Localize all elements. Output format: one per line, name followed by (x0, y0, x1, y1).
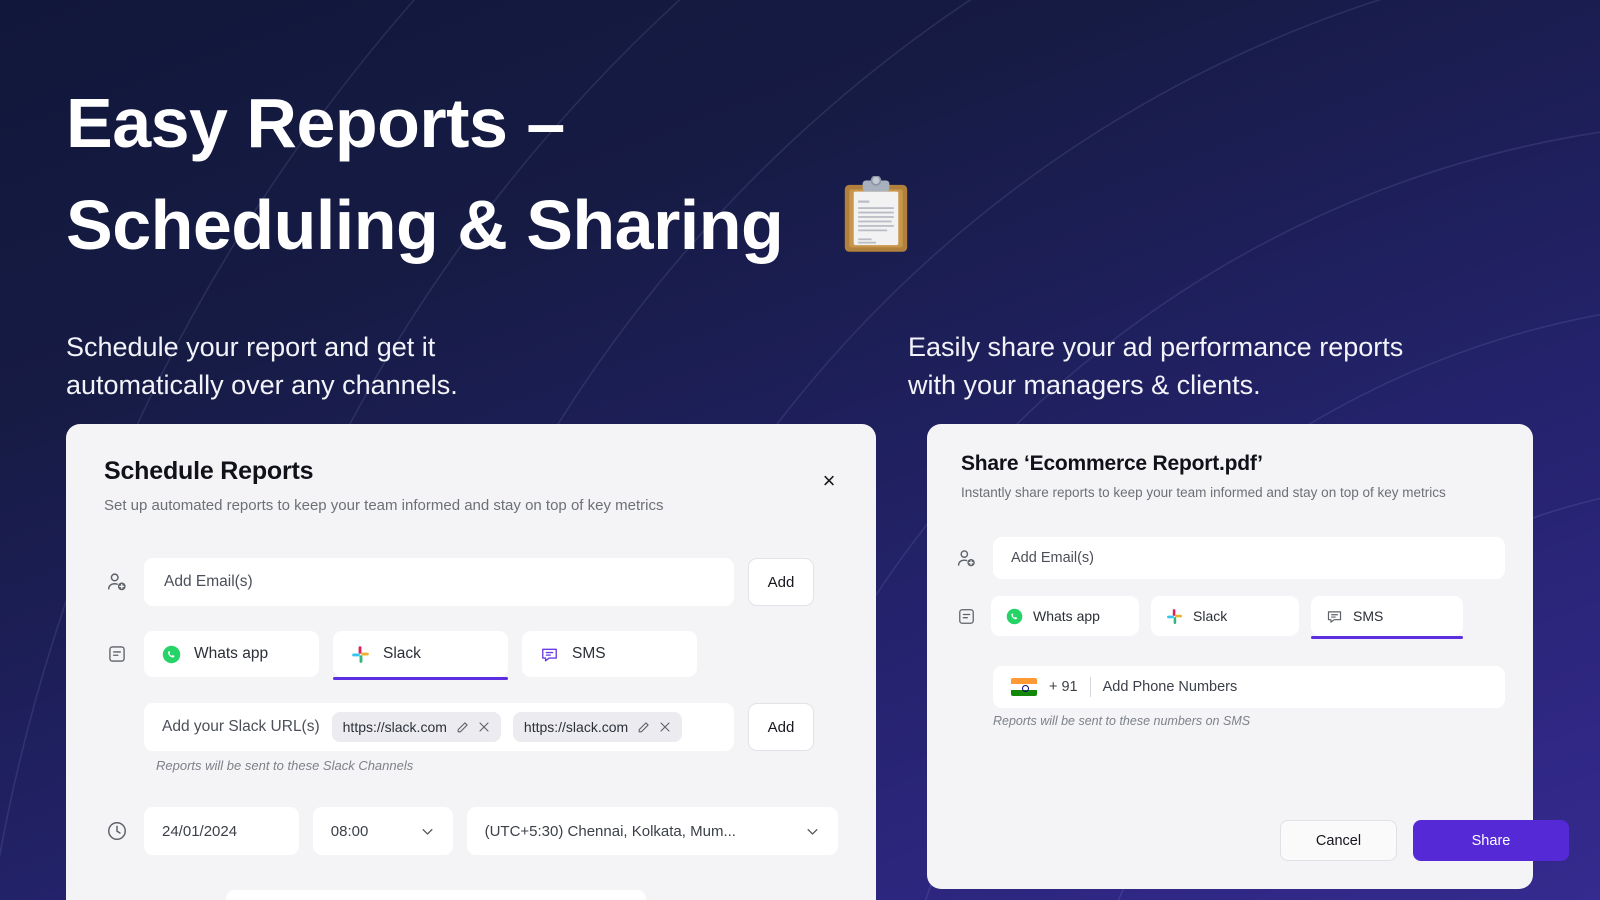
schedule-email-row: Add Email(s) Add (104, 558, 838, 606)
divider (1089, 677, 1091, 697)
slack-url-chip[interactable]: https://slack.com (512, 712, 683, 742)
person-add-icon (104, 569, 130, 595)
share-tab-whatsapp-label: Whats app (1033, 608, 1100, 624)
clipboard-emoji (844, 176, 908, 252)
schedule-channel-row: Whats app Slack SMS (104, 631, 838, 680)
schedule-timezone-select[interactable]: (UTC+5:30) Chennai, Kolkata, Mum... (466, 807, 838, 855)
schedule-date-input[interactable]: 24/01/2024 (144, 807, 299, 855)
share-tab-sms[interactable]: SMS (1311, 596, 1463, 639)
schedule-datetime-row: 24/01/2024 08:00 (UTC+5:30) Chennai, Kol… (104, 807, 838, 855)
phone-helper-text: Reports will be sent to these numbers on… (993, 714, 1251, 728)
close-icon[interactable]: × (816, 468, 842, 494)
tab-sms-label: SMS (572, 645, 606, 662)
slack-url-chip[interactable]: https://slack.com (331, 712, 501, 742)
person-add-icon (953, 545, 979, 571)
pencil-icon[interactable] (456, 721, 469, 734)
share-card-title: Share ‘Ecommerce Report.pdf’ (961, 452, 1263, 475)
share-card-subtitle: Instantly share reports to keep your tea… (961, 485, 1446, 500)
close-icon[interactable] (478, 721, 490, 733)
slack-url-field[interactable]: Add your Slack URL(s) https://slack.com (144, 703, 734, 751)
chevron-down-icon (805, 824, 820, 839)
slack-url-chip-label: https://slack.com (523, 719, 629, 735)
slack-url-add-button[interactable]: Add (748, 703, 814, 751)
india-flag-icon (1011, 678, 1037, 696)
schedule-extra-field[interactable] (226, 890, 646, 900)
whatsapp-icon (1006, 608, 1023, 624)
slack-icon (352, 645, 369, 663)
schedule-timezone-value: (UTC+5:30) Chennai, Kolkata, Mum... (484, 822, 736, 840)
message-icon (953, 603, 979, 629)
page-title: Easy Reports – Scheduling & Sharing (66, 84, 784, 265)
schedule-time-value: 08:00 (330, 822, 369, 840)
tab-whatsapp-label: Whats app (194, 645, 269, 662)
share-tab-whatsapp[interactable]: Whats app (991, 596, 1139, 636)
schedule-card-title: Schedule Reports (104, 457, 314, 485)
slack-helper-text: Reports will be sent to these Slack Chan… (156, 758, 414, 773)
slack-url-placeholder: Add your Slack URL(s) (162, 718, 320, 735)
tab-slack-label: Slack (383, 645, 421, 662)
share-email-row: Add Email(s) (953, 537, 1509, 579)
slack-icon (1167, 608, 1182, 624)
country-code: + 91 (1049, 679, 1078, 695)
schedule-email-add-button[interactable]: Add (748, 558, 814, 606)
schedule-slack-url-row: Add your Slack URL(s) https://slack.com (104, 703, 838, 751)
chevron-down-icon (420, 824, 435, 839)
phone-number-input[interactable]: + 91 Add Phone Numbers (993, 666, 1505, 708)
spacer-icon (953, 674, 979, 700)
sms-icon (1327, 610, 1342, 623)
cancel-button[interactable]: Cancel (1280, 820, 1397, 861)
page-background: Easy Reports – Scheduling & Sharing Sche… (0, 0, 1600, 900)
tab-sms[interactable]: SMS (522, 631, 697, 677)
message-icon (104, 641, 130, 667)
share-tab-sms-label: SMS (1353, 608, 1384, 624)
share-channel-row: Whats app Slack SMS (953, 596, 1509, 639)
subtitle-left: Schedule your report and get it automati… (66, 332, 458, 401)
share-tab-slack-label: Slack (1193, 608, 1228, 624)
phone-placeholder: Add Phone Numbers (1102, 679, 1238, 695)
share-phone-row: + 91 Add Phone Numbers (953, 666, 1509, 708)
close-icon[interactable] (659, 721, 671, 733)
tab-whatsapp[interactable]: Whats app (144, 631, 319, 677)
subtitle-right: Easily share your ad performance reports… (908, 332, 1404, 401)
spacer-icon (104, 714, 130, 740)
share-email-input[interactable]: Add Email(s) (993, 537, 1505, 579)
share-report-card: Share ‘Ecommerce Report.pdf’ Instantly s… (927, 424, 1569, 889)
schedule-card-subtitle: Set up automated reports to keep your te… (104, 497, 664, 514)
share-button[interactable]: Share (1413, 820, 1569, 861)
clock-icon (104, 818, 130, 844)
slack-url-chip-label: https://slack.com (342, 719, 447, 735)
sms-icon (542, 648, 557, 662)
share-card-footer: Cancel Share (1280, 820, 1569, 861)
schedule-reports-card: Schedule Reports Set up automated report… (66, 424, 876, 900)
schedule-time-select[interactable]: 08:00 (312, 807, 453, 855)
tab-slack[interactable]: Slack (333, 631, 508, 680)
whatsapp-icon (162, 645, 181, 663)
share-tab-slack[interactable]: Slack (1151, 596, 1299, 636)
schedule-email-input[interactable]: Add Email(s) (144, 558, 734, 606)
pencil-icon[interactable] (637, 721, 650, 734)
